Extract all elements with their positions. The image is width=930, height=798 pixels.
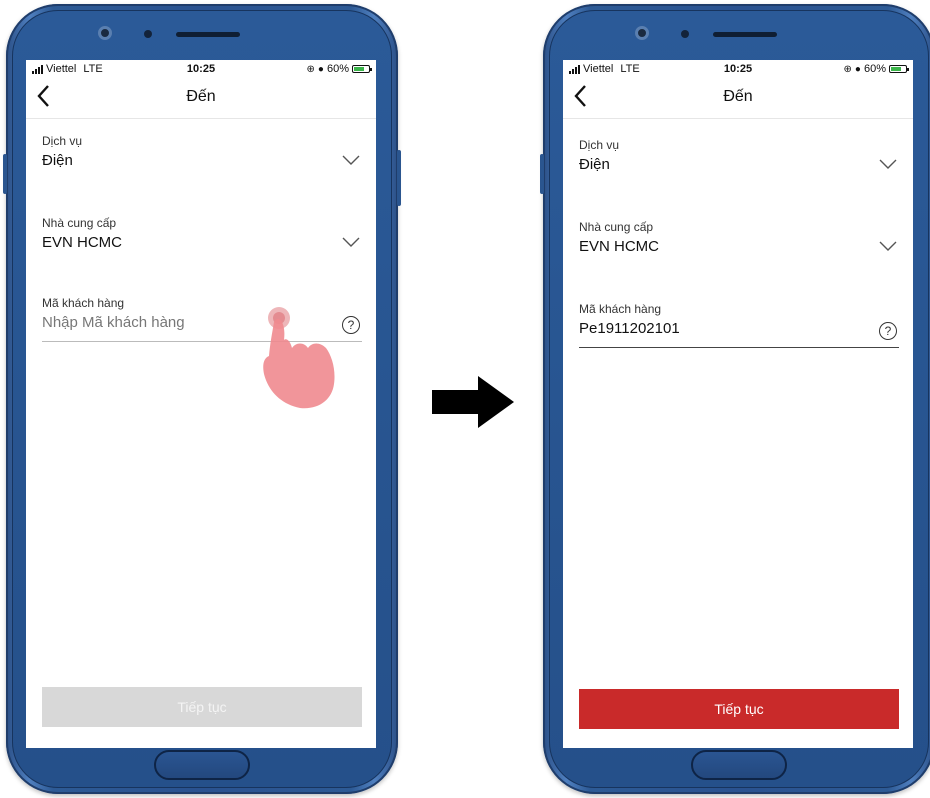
continue-button[interactable]: Tiếp tục (42, 687, 362, 727)
front-camera (635, 26, 649, 40)
battery-icon (352, 65, 372, 73)
orientation-lock-icon: ⊕ (843, 63, 852, 75)
help-icon[interactable]: ? (879, 322, 897, 340)
customer-code-field[interactable]: Mã khách hàng Pe1911202101 ? (579, 302, 899, 348)
alarm-icon: ● (854, 63, 861, 75)
status-bar: Viettel LTE 10:25 ⊕ ● 60% (563, 60, 913, 78)
page-title: Đến (723, 88, 753, 105)
screen: Viettel LTE 10:25 ⊕ ● 60% Đến Dịch vụ Đi… (563, 60, 913, 748)
customer-code-input[interactable]: Pe1911202101 (579, 320, 899, 337)
battery-icon (889, 65, 909, 73)
service-select[interactable]: Dịch vụ Điện (42, 134, 362, 169)
input-underline (579, 347, 899, 348)
customer-code-label: Mã khách hàng (579, 302, 662, 316)
chevron-down-icon (342, 234, 360, 252)
chevron-down-icon (879, 156, 897, 174)
power-button (397, 150, 401, 206)
nav-bar: Đến (26, 78, 376, 119)
status-bar: Viettel LTE 10:25 ⊕ ● 60% (26, 60, 376, 78)
volume-button (540, 154, 544, 194)
provider-select[interactable]: Nhà cung cấp EVN HCMC (579, 220, 899, 255)
service-label: Dịch vụ (579, 138, 620, 152)
provider-select[interactable]: Nhà cung cấp EVN HCMC (42, 216, 362, 251)
provider-value: EVN HCMC (42, 234, 123, 251)
earpiece-speaker (713, 32, 777, 37)
chevron-down-icon (342, 152, 360, 170)
right-arrow-icon (432, 376, 514, 428)
home-button[interactable] (691, 750, 787, 780)
status-right: ⊕ ● 60% (843, 63, 909, 75)
home-button[interactable] (154, 750, 250, 780)
provider-label: Nhà cung cấp (42, 216, 117, 230)
alarm-icon: ● (317, 63, 324, 75)
volume-button (3, 154, 7, 194)
sensor (144, 30, 152, 38)
sensor (681, 30, 689, 38)
service-value: Điện (42, 152, 73, 169)
continue-button[interactable]: Tiếp tục (579, 689, 899, 729)
front-camera (98, 26, 112, 40)
phone-after: Viettel LTE 10:25 ⊕ ● 60% Đến Dịch vụ Đi… (540, 4, 930, 794)
tap-hand-icon (263, 307, 335, 409)
battery-percent: 60% (863, 63, 886, 75)
nav-bar: Đến (563, 78, 913, 119)
provider-label: Nhà cung cấp (579, 220, 654, 234)
page-title: Đến (186, 88, 216, 105)
orientation-lock-icon: ⊕ (306, 63, 315, 75)
earpiece-speaker (176, 32, 240, 37)
service-value: Điện (579, 156, 610, 173)
provider-value: EVN HCMC (579, 238, 660, 255)
service-label: Dịch vụ (42, 134, 83, 148)
chevron-down-icon (879, 238, 897, 256)
service-select[interactable]: Dịch vụ Điện (579, 138, 899, 173)
status-right: ⊕ ● 60% (306, 63, 372, 75)
battery-percent: 60% (326, 63, 349, 75)
